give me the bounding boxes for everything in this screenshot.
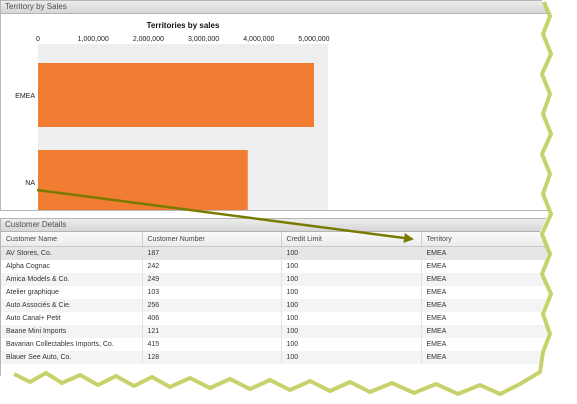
table-row[interactable]: Atelier graphique 103 100 EMEA	[1, 286, 548, 299]
cell-customer-name: Blauer See Auto, Co.	[1, 351, 143, 364]
x-axis-ticks: 0 1,000,000 2,000,000 3,000,000 4,000,000 5,0…	[36, 36, 330, 43]
table-row[interactable]: Alpha Cognac 242 100 EMEA	[1, 260, 548, 273]
panel-title: Customer Details	[1, 219, 548, 232]
table-header-row: Customer Name Customer Number Credit Lim…	[1, 232, 548, 247]
cell-customer-name: AV Stores, Co.	[1, 246, 143, 260]
cell-territory: EMEA	[421, 351, 548, 364]
table-row[interactable]: Baane Mini Imports 121 100 EMEA	[1, 325, 548, 338]
cell-territory: EMEA	[421, 273, 548, 286]
cell-territory: EMEA	[421, 338, 548, 351]
table-row[interactable]: Auto Canal+ Petit 406 100 EMEA	[1, 312, 548, 325]
cell-customer-name: Amica Models & Co.	[1, 273, 143, 286]
cell-credit-limit: 100	[281, 273, 422, 286]
cell-customer-number: 406	[142, 312, 282, 325]
cell-customer-number: 415	[142, 338, 282, 351]
table-row[interactable]: Amica Models & Co. 249 100 EMEA	[1, 273, 548, 286]
table-row[interactable]: Auto Associés & Cie. 256 100 EMEA	[1, 299, 548, 312]
cell-customer-number: 249	[142, 273, 282, 286]
bar-emea[interactable]	[38, 63, 314, 127]
cell-customer-number: 242	[142, 260, 282, 273]
column-header-credit-limit[interactable]: Credit Limit	[281, 232, 422, 247]
cell-customer-name: Atelier graphique	[1, 286, 143, 299]
panel-title: Territory by Sales	[1, 1, 548, 14]
customer-details-panel: Customer Details Customer Name Customer …	[0, 218, 548, 376]
customer-table: Customer Name Customer Number Credit Lim…	[1, 232, 548, 364]
category-label-na: NA	[25, 180, 35, 187]
x-tick-label: 2,000,000	[133, 36, 164, 43]
cell-customer-name: Auto Associés & Cie.	[1, 299, 143, 312]
cell-customer-name: Alpha Cognac	[1, 260, 143, 273]
cell-territory: EMEA	[421, 325, 548, 338]
cell-credit-limit: 100	[281, 338, 422, 351]
cell-customer-name: Baane Mini Imports	[1, 325, 143, 338]
column-header-customer-name[interactable]: Customer Name	[1, 232, 143, 247]
cell-customer-name: Auto Canal+ Petit	[1, 312, 143, 325]
chart-title: Territories by sales	[147, 21, 220, 30]
cell-credit-limit: 100	[281, 325, 422, 338]
territory-by-sales-panel: Territory by Sales Territories by sales …	[0, 0, 548, 211]
cell-customer-number: 187	[142, 246, 282, 260]
cell-customer-number: 103	[142, 286, 282, 299]
cell-territory: EMEA	[421, 286, 548, 299]
cell-customer-name: Bavarian Collectables Imports, Co.	[1, 338, 143, 351]
x-tick-label: 3,000,000	[188, 36, 219, 43]
column-header-territory[interactable]: Territory	[421, 232, 548, 247]
cell-credit-limit: 100	[281, 351, 422, 364]
bar-na[interactable]	[38, 150, 248, 210]
x-tick-label: 4,000,000	[243, 36, 274, 43]
column-header-customer-number[interactable]: Customer Number	[142, 232, 282, 247]
cell-credit-limit: 100	[281, 299, 422, 312]
cell-customer-number: 128	[142, 351, 282, 364]
cell-customer-number: 256	[142, 299, 282, 312]
cell-credit-limit: 100	[281, 246, 422, 260]
cell-territory: EMEA	[421, 312, 548, 325]
cell-territory: EMEA	[421, 299, 548, 312]
table-row[interactable]: AV Stores, Co. 187 100 EMEA	[1, 246, 548, 260]
cell-credit-limit: 100	[281, 312, 422, 325]
territory-sales-chart: Territories by sales 0 1,000,000 2,000,000…	[15, 21, 330, 210]
table-row[interactable]: Blauer See Auto, Co. 128 100 EMEA	[1, 351, 548, 364]
x-tick-label: 1,000,000	[78, 36, 109, 43]
cell-territory: EMEA	[421, 260, 548, 273]
cell-customer-number: 121	[142, 325, 282, 338]
x-tick-label: 0	[36, 36, 40, 43]
category-labels: EMEA NA	[15, 93, 35, 187]
cell-credit-limit: 100	[281, 286, 422, 299]
screenshot-frame: Territory by Sales Territories by sales …	[0, 0, 548, 376]
cell-territory: EMEA	[421, 246, 548, 260]
category-label-emea: EMEA	[15, 93, 35, 100]
x-tick-label: 5,000,000	[298, 36, 329, 43]
cell-credit-limit: 100	[281, 260, 422, 273]
table-row[interactable]: Bavarian Collectables Imports, Co. 415 1…	[1, 338, 548, 351]
